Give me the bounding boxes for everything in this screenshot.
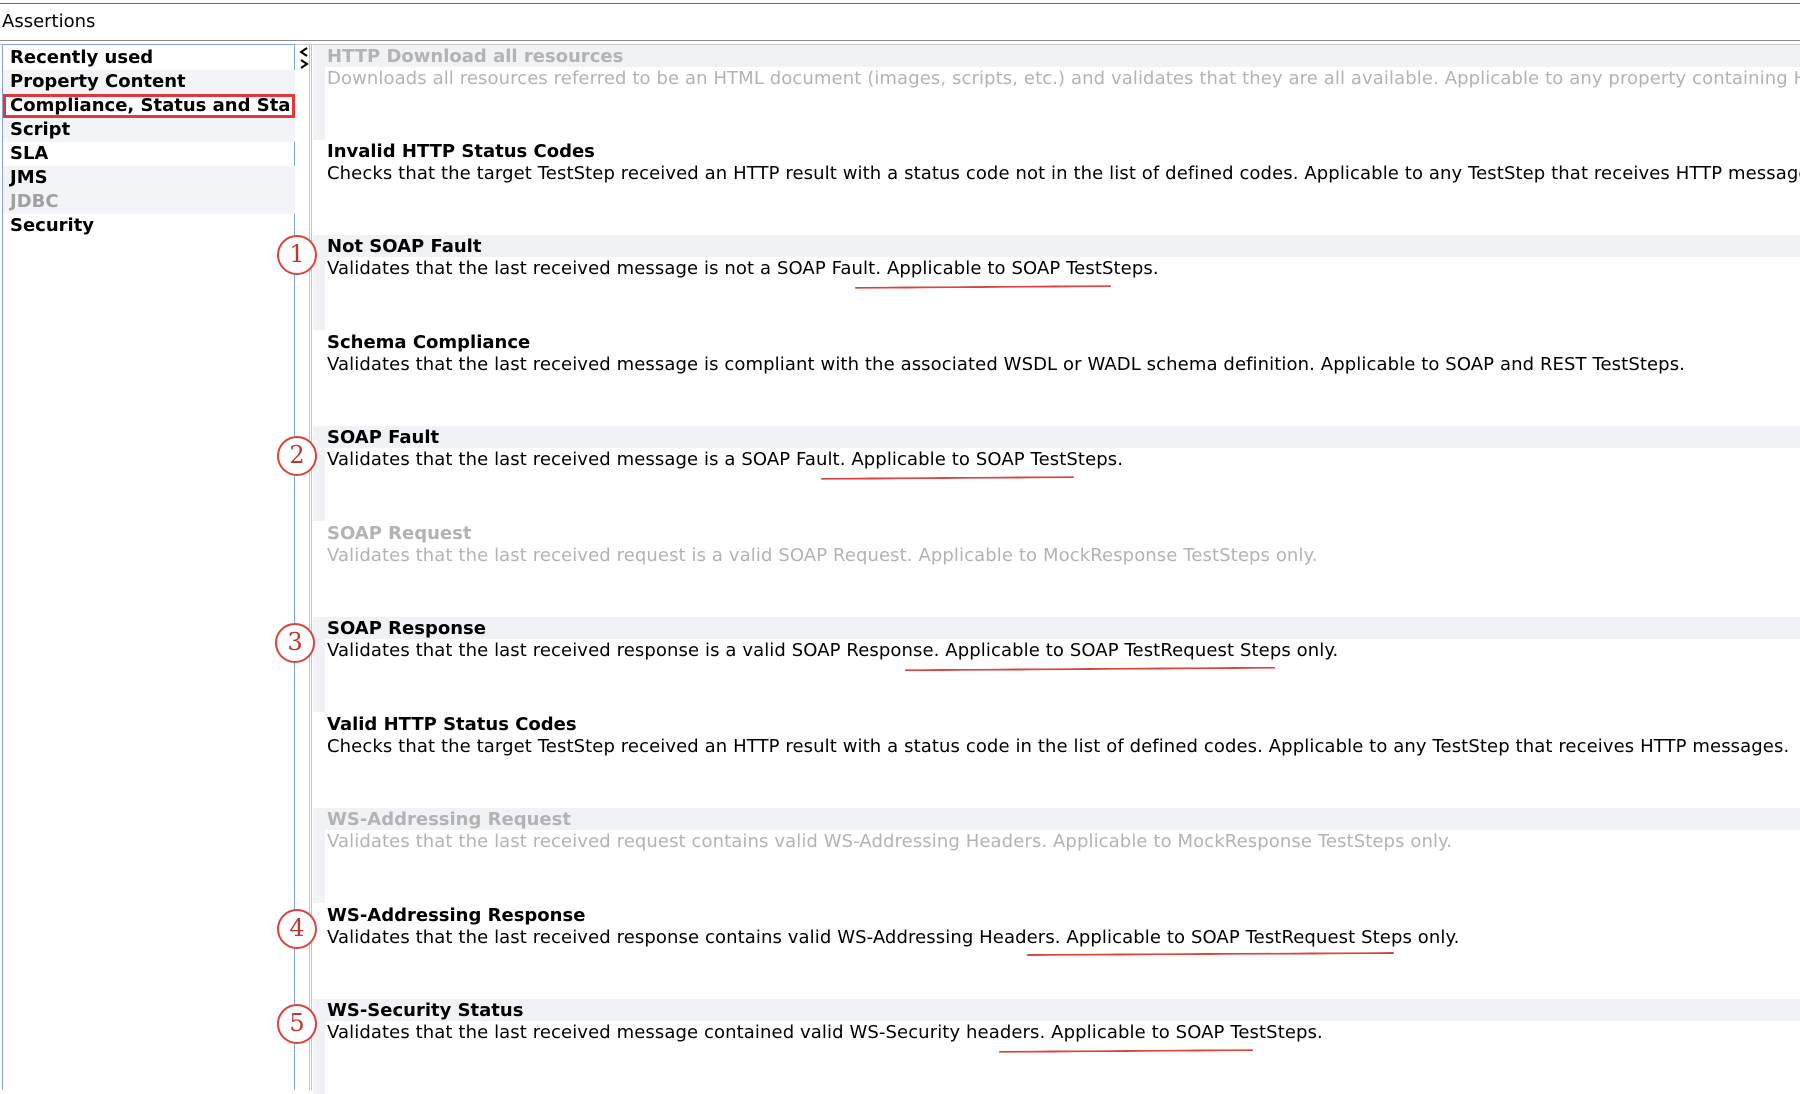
assertion-http-download-all-resources[interactable]: HTTP Download all resources Downloads al… <box>313 45 1800 140</box>
assertion-ws-addressing-response[interactable]: WS-Addressing Response Validates that th… <box>313 904 1800 999</box>
assertion-soap-request[interactable]: SOAP Request Validates that the last rec… <box>313 522 1800 617</box>
assertion-title: WS-Addressing Response <box>327 905 586 926</box>
row-shade <box>313 999 1800 1021</box>
category-jms[interactable]: JMS <box>3 166 295 190</box>
category-property-content[interactable]: Property Content <box>3 70 295 94</box>
category-list[interactable]: Recently used Property Content Complianc… <box>2 44 295 1090</box>
assertion-title: SOAP Request <box>327 523 472 544</box>
assertion-valid-http-status-codes[interactable]: Valid HTTP Status Codes Checks that the … <box>313 713 1800 808</box>
window-title: Assertions <box>2 11 96 32</box>
callout-3: 3 <box>275 623 315 663</box>
category-security[interactable]: Security <box>3 214 295 238</box>
category-sla[interactable]: SLA <box>3 142 295 166</box>
category-jdbc[interactable]: JDBC <box>3 190 295 214</box>
assertion-description: Validates that the last received message… <box>327 449 1124 470</box>
category-recently-used[interactable]: Recently used <box>3 46 295 70</box>
row-shade <box>313 426 1800 448</box>
callout-2: 2 <box>277 436 317 476</box>
assertion-title: HTTP Download all resources <box>327 46 624 67</box>
assertion-schema-compliance[interactable]: Schema Compliance Validates that the las… <box>313 331 1800 426</box>
row-shade <box>313 617 1800 639</box>
assertion-soap-fault[interactable]: SOAP Fault Validates that the last recei… <box>313 426 1800 521</box>
assertion-invalid-http-status-codes[interactable]: Invalid HTTP Status Codes Checks that th… <box>313 140 1800 235</box>
assertion-title: Schema Compliance <box>327 332 531 353</box>
assertion-description: Validates that the last received request… <box>327 545 1318 566</box>
row-shade-edge <box>313 639 325 712</box>
assertion-description: Validates that the last received message… <box>327 1022 1323 1043</box>
row-shade-edge <box>313 67 325 140</box>
assertion-title: Valid HTTP Status Codes <box>327 714 577 735</box>
category-script[interactable]: Script <box>3 118 295 142</box>
assertion-soap-response[interactable]: SOAP Response Validates that the last re… <box>313 617 1800 712</box>
assertion-description: Validates that the last received respons… <box>327 927 1460 948</box>
callout-5: 5 <box>277 1004 317 1044</box>
assertion-title: SOAP Response <box>327 618 486 639</box>
assertion-title: SOAP Fault <box>327 427 440 448</box>
assertion-description: Validates that the last received respons… <box>327 640 1339 661</box>
assertion-ws-addressing-request[interactable]: WS-Addressing Request Validates that the… <box>313 808 1800 903</box>
assertion-title: Invalid HTTP Status Codes <box>327 141 595 162</box>
assertion-description: Validates that the last received message… <box>327 354 1686 375</box>
assertion-description: Checks that the target TestStep received… <box>327 163 1800 184</box>
callout-1: 1 <box>277 235 317 275</box>
row-shade-edge <box>313 257 325 330</box>
assertion-description: Checks that the target TestStep received… <box>327 736 1790 757</box>
assertion-description: Validates that the last received message… <box>327 258 1159 279</box>
assertion-not-soap-fault[interactable]: Not SOAP Fault Validates that the last r… <box>313 235 1800 330</box>
assertion-title: Not SOAP Fault <box>327 236 482 257</box>
assertion-description: Downloads all resources referred to be a… <box>327 68 1800 89</box>
category-compliance-status-standards[interactable]: Compliance, Status and Stand... <box>3 94 295 118</box>
assertion-title: WS-Security Status <box>327 1000 524 1021</box>
assertion-list[interactable]: HTTP Download all resources Downloads al… <box>313 44 1800 1094</box>
collapse-split-icon[interactable] <box>299 46 309 70</box>
row-shade-edge <box>313 830 325 903</box>
window-top-border <box>0 3 1800 4</box>
row-shade <box>313 235 1800 257</box>
assertion-title: WS-Addressing Request <box>327 809 571 830</box>
assertion-ws-security-status[interactable]: WS-Security Status Validates that the la… <box>313 999 1800 1094</box>
callout-4: 4 <box>277 909 317 949</box>
assertion-description: Validates that the last received request… <box>327 831 1453 852</box>
